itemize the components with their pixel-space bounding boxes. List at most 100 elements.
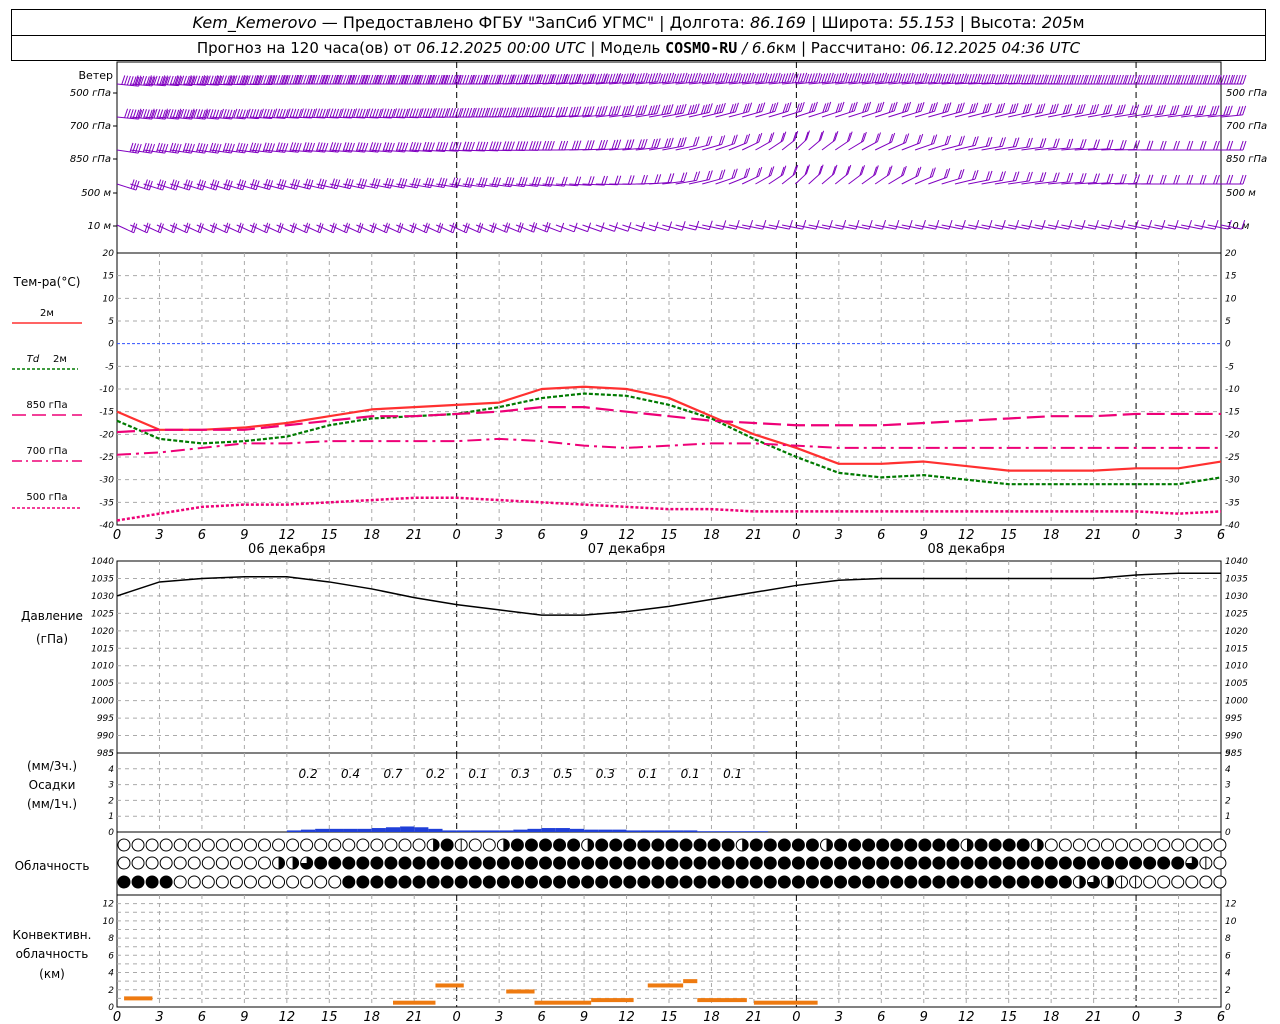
cloud-symbol-lower: [693, 875, 707, 889]
wind-barb-3: [635, 174, 662, 185]
wind-barb-feather: [901, 73, 906, 83]
pressure-tick-right: 1015: [1225, 644, 1248, 654]
pressure-tick-left: 1000: [91, 697, 114, 707]
wind-barb-feather: [1093, 173, 1098, 183]
wind-barb-feather: [997, 74, 1002, 84]
wind-barb-3: [834, 164, 852, 185]
wind-barb-feather: [651, 138, 656, 149]
cloud-symbol-lower: [1171, 875, 1185, 889]
wind-barb-feather: [505, 107, 510, 117]
temp-tick-right: -10: [1225, 385, 1240, 395]
wind-barb-0: [968, 73, 994, 85]
pressure-tick-right: 1000: [1225, 697, 1248, 707]
precip-3h-total: 0.1: [723, 767, 742, 781]
pressure-tick-left: 995: [97, 714, 114, 724]
wind-barb-feather: [675, 73, 680, 83]
wind-barb-feather: [397, 177, 402, 188]
cloud-symbol-middle: [609, 856, 623, 870]
conv-tick-left: 2: [108, 986, 114, 996]
cloud-symbol-upper: [300, 838, 314, 852]
wind-barb-feather: [1207, 74, 1212, 85]
wind-barb-feather: [954, 74, 959, 84]
wind-barb-feather: [1034, 74, 1039, 84]
cloud-symbol-middle: [412, 856, 426, 870]
wind-barb-feather: [630, 139, 635, 149]
precip-bar: [499, 830, 514, 832]
wind-barb-feather: [1081, 219, 1086, 230]
cloud-symbol-fill: [278, 857, 285, 869]
wind-barb-feather: [880, 73, 885, 83]
wind-barb-feather: [667, 173, 672, 183]
cloud-symbol-lower: [595, 875, 609, 889]
wind-barb-feather: [1201, 219, 1206, 230]
wind-barb-staff: [795, 139, 807, 151]
wind-barb-feather: [409, 108, 414, 118]
wind-barb-feather: [424, 177, 429, 187]
wind-barb-feather: [302, 108, 307, 118]
hour-tick-label: 21: [406, 528, 423, 543]
wind-barb-1: [954, 102, 979, 118]
cloud-symbol-lower: [1002, 875, 1016, 889]
cloud-symbol-upper: [1157, 838, 1171, 852]
wind-barb-feather: [505, 74, 510, 84]
wind-barb-feather: [209, 75, 214, 85]
wind-barb-feather: [425, 108, 430, 118]
wind-barb-feather: [695, 220, 700, 231]
wind-barb-feather: [491, 107, 496, 117]
wind-barb-feather: [336, 179, 341, 189]
wind-barb-feather: [295, 108, 300, 119]
wind-barb-feather: [1169, 105, 1174, 116]
wind-barb-feather: [1047, 74, 1052, 85]
cloud-symbol-fill: [1037, 839, 1044, 851]
cloud-symbol-lower: [862, 875, 876, 889]
hour-tick-label: 6: [1217, 528, 1225, 543]
temp-850-line: [116, 406, 1221, 434]
precip-bar: [725, 831, 740, 832]
wind-barb-feather: [877, 73, 882, 83]
legend-td-2m: 2м: [53, 354, 67, 365]
wind-barb-feather: [1140, 74, 1145, 85]
cloud-symbol-upper: [342, 838, 356, 852]
wind-barb-feather: [249, 75, 254, 85]
wind-barb-feather: [728, 73, 733, 83]
wind-barb-2: [1167, 140, 1194, 151]
wind-barb-feather: [722, 220, 727, 230]
wind-barb-feather: [768, 73, 773, 83]
wind-barb-feather: [1149, 174, 1154, 184]
wind-barb-3: [1167, 174, 1194, 185]
wind-barb-feather: [1180, 74, 1185, 85]
wind-barb-staff: [821, 173, 835, 185]
cloud-symbol-upper: [215, 838, 229, 852]
wind-barb-4: [755, 219, 780, 230]
wind-barb-feather: [451, 141, 456, 152]
wind-barb-feather: [1226, 174, 1231, 185]
conv-cloud-segment: [393, 1000, 436, 1005]
wind-barb-4: [1074, 219, 1099, 230]
wind-barb-feather: [478, 107, 483, 118]
precip-tick-right: 4: [1225, 765, 1231, 775]
temp-tick-left: -15: [99, 408, 114, 418]
wind-barb-feather: [462, 141, 467, 151]
wind-barb-feather: [384, 177, 389, 188]
wind-barb-4: [1180, 219, 1206, 230]
wind-barb-feather: [491, 141, 496, 151]
cloud-symbol-middle: [258, 856, 271, 870]
wind-barb-feather: [1173, 140, 1178, 151]
wind-barb-feather: [332, 108, 337, 118]
cloud-symbol-lower: [553, 875, 567, 889]
cloud-symbol-fill: [433, 839, 440, 851]
precip-tick-left: 1: [108, 812, 114, 822]
wind-barb-4: [688, 220, 713, 231]
wind-barb-feather: [637, 105, 642, 115]
precip-tick-left: 5: [108, 749, 114, 759]
wind-barb-feather: [574, 106, 579, 116]
wind-barb-feather: [468, 107, 473, 118]
cloud-symbol-middle: [834, 856, 848, 870]
precip-bar: [612, 829, 627, 832]
wind-barb-4: [116, 222, 138, 234]
wind-barb-feather: [277, 178, 282, 189]
cloud-symbol-upper: [707, 838, 721, 852]
wind-barb-feather: [784, 73, 789, 83]
wind-barb-feather: [564, 106, 569, 117]
wind-barb-4: [1167, 219, 1192, 230]
